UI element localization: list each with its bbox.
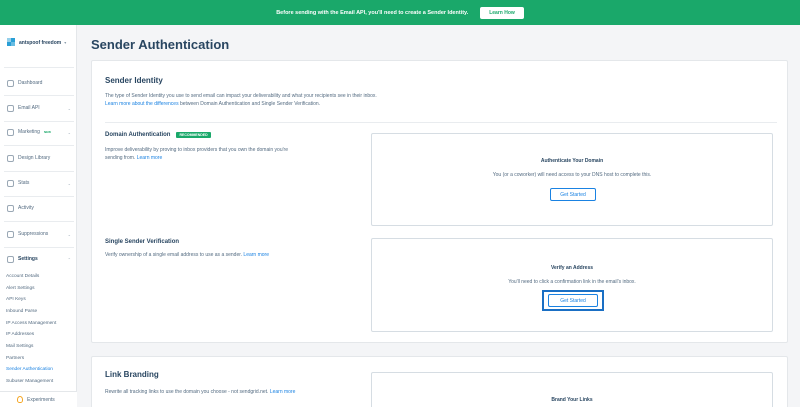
description-text: The type of Sender Identity you use to s… (105, 93, 377, 99)
link-branding-description: Rewrite all tracking links to use the do… (105, 388, 405, 396)
single-sender-learn-more-link[interactable]: Learn more (243, 252, 269, 258)
recommended-badge: RECOMMENDED (176, 132, 211, 138)
divider (4, 221, 74, 222)
link-branding-learn-more-link[interactable]: Learn more (270, 389, 296, 395)
section-title: Link Branding (105, 370, 159, 379)
page-title: Sender Authentication (91, 37, 230, 52)
suppressions-icon (7, 230, 14, 238)
single-sender-description: Verify ownership of a single email addre… (105, 251, 355, 259)
domain-get-started-button[interactable]: Get Started (550, 188, 596, 201)
sidebar-item-activity[interactable]: Activity (7, 203, 75, 213)
description-text: Rewrite all tracking links to use the do… (105, 389, 270, 395)
sidebar-item-label: Email API (18, 105, 40, 111)
sidebar-item-label: Stats (18, 180, 30, 186)
panel-title: Authenticate Your Domain (540, 158, 604, 164)
design-library-icon (7, 154, 14, 162)
single-sender-get-started-button[interactable]: Get Started (548, 294, 598, 307)
top-banner: Before sending with the Email API, you'l… (0, 0, 800, 25)
divider (4, 171, 74, 172)
chevron-down-icon: ▾ (64, 40, 67, 45)
sidebar-item-dashboard[interactable]: Dashboard (7, 78, 75, 88)
learn-more-differences-link[interactable]: Learn more about the differences (105, 101, 179, 107)
single-sender-verification-title: Single Sender Verification (105, 239, 179, 245)
chevron-down-icon: ⌄ (67, 105, 71, 111)
settings-item-ip-addresses[interactable]: IP Addresses (6, 332, 34, 337)
description-text: between Domain Authentication and Single… (178, 101, 321, 107)
domain-authentication-description: Improve deliverability by proving to inb… (105, 146, 355, 162)
experiments-label: Experiments (27, 396, 55, 403)
account-switcher[interactable]: antspoof freedom ▾ (7, 38, 66, 47)
divider (4, 247, 74, 248)
banner-text: Before sending with the Email API, you'l… (276, 9, 469, 16)
settings-item-api-keys[interactable]: API Keys (6, 297, 26, 302)
sidebar-item-stats[interactable]: Stats ⌄ (7, 178, 75, 188)
sidebar-item-label: Activity (18, 205, 34, 211)
description-text: Verify ownership of a single email addre… (105, 252, 244, 258)
brand-links-panel: Brand Your Links (371, 372, 773, 407)
sidebar-item-design-library[interactable]: Design Library (7, 153, 75, 163)
sidebar-item-label: Marketing (18, 129, 40, 135)
sender-identity-card: Sender Identity The type of Sender Ident… (91, 60, 788, 343)
chevron-down-icon: ⌄ (67, 231, 71, 237)
stats-icon (7, 179, 14, 187)
divider (4, 121, 74, 122)
chevron-down-icon: ⌄ (67, 180, 71, 186)
activity-icon (7, 204, 14, 212)
panel-description: You (or a coworker) will need access to … (492, 172, 652, 178)
sidebar-item-label: Suppressions (18, 231, 49, 237)
dashboard-icon (7, 79, 14, 87)
experiments-button[interactable]: Experiments (0, 391, 77, 407)
lightbulb-icon (17, 396, 23, 403)
marketing-icon (7, 128, 14, 136)
link-branding-card: Link Branding Rewrite all tracking links… (91, 356, 788, 407)
settings-item-sender-authentication[interactable]: Sender Authentication (6, 367, 53, 372)
sidebar-item-suppressions[interactable]: Suppressions ⌄ (7, 229, 75, 239)
panel-description: You'll need to click a confirmation link… (508, 279, 636, 285)
verify-address-panel: Verify an Address You'll need to click a… (371, 238, 773, 332)
new-badge: NEW (43, 130, 51, 134)
sidebar-item-settings[interactable]: Settings ⌃ (7, 254, 75, 264)
settings-icon (7, 255, 14, 263)
sidebar: antspoof freedom ▾ Dashboard Email API ⌄… (0, 25, 77, 407)
settings-item-account-details[interactable]: Account Details (6, 274, 39, 279)
sidebar-item-label: Design Library (18, 155, 51, 161)
sidebar-item-label: Settings (18, 256, 38, 262)
sidebar-item-label: Dashboard (18, 80, 43, 86)
divider (4, 145, 74, 146)
settings-item-inbound-parse[interactable]: Inbound Parse (6, 309, 37, 314)
sendgrid-logo-icon (7, 38, 16, 47)
divider (4, 67, 74, 68)
panel-title: Brand Your Links (551, 397, 593, 403)
description-text: Improve deliverability by proving to inb… (105, 147, 288, 153)
settings-item-alert-settings[interactable]: Alert Settings (6, 286, 35, 291)
email-api-icon (7, 104, 14, 112)
settings-item-mail-settings[interactable]: Mail Settings (6, 344, 33, 349)
chevron-up-icon: ⌃ (67, 256, 71, 262)
domain-authentication-title: Domain Authentication RECOMMENDED (105, 132, 211, 138)
divider (105, 122, 777, 123)
settings-item-partners[interactable]: Partners (6, 356, 24, 361)
authenticate-domain-panel: Authenticate Your Domain You (or a cowor… (371, 133, 773, 226)
divider (4, 95, 74, 96)
settings-item-ip-access-management[interactable]: IP Access Management (6, 321, 56, 326)
domain-learn-more-link[interactable]: Learn more (137, 155, 163, 161)
sidebar-item-marketing[interactable]: Marketing NEW ⌄ (7, 127, 75, 137)
description-text: sending from. (105, 155, 137, 161)
section-title: Sender Identity (105, 76, 163, 85)
sidebar-item-email-api[interactable]: Email API ⌄ (7, 103, 75, 113)
settings-item-subuser-management[interactable]: Subuser Management (6, 379, 53, 384)
row-title-text: Single Sender Verification (105, 239, 180, 245)
panel-title: Verify an Address (550, 265, 594, 271)
account-name: antspoof freedom (19, 39, 62, 46)
learn-how-button[interactable]: Learn How (480, 6, 524, 19)
row-title-text: Domain Authentication (105, 132, 171, 138)
divider (4, 196, 74, 197)
chevron-down-icon: ⌄ (67, 129, 71, 135)
section-description: The type of Sender Identity you use to s… (105, 92, 525, 108)
